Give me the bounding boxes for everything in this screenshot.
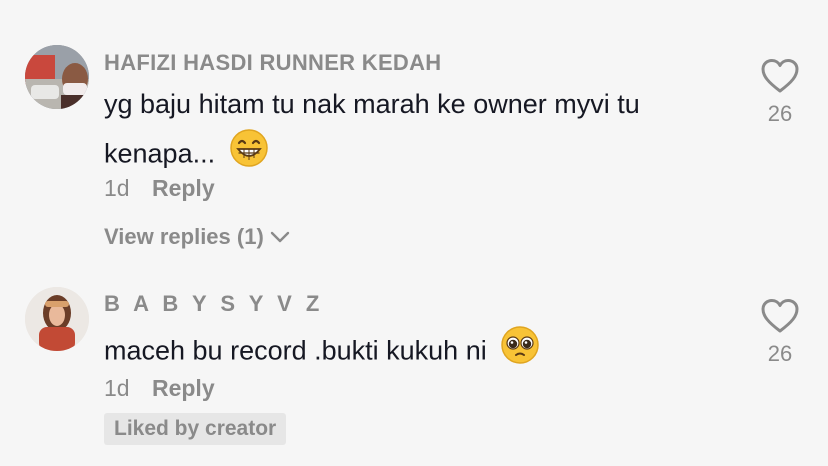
timestamp: 1d [104,375,130,401]
comment-meta: 1d Reply [104,175,215,202]
like-count: 26 [767,341,793,366]
comment-body: maceh bu record .bukti kukuh ni [104,335,487,366]
like-count: 26 [767,101,793,126]
view-replies-button[interactable]: View replies (1) [104,224,290,250]
comment-text: maceh bu record .bukti kukuh ni [104,325,724,380]
heart-outline-icon [760,299,800,338]
avatar[interactable] [25,287,89,351]
reply-button[interactable]: Reply [152,375,215,401]
heart-outline-icon [760,59,800,98]
comment-meta: 1d Reply [104,375,215,402]
comment-text: yg baju hitam tu nak marah ke owner myvi… [104,81,724,183]
username[interactable]: HAFIZI HASDI RUNNER KEDAH [104,50,442,76]
grinning-face-emoji-icon [229,128,269,183]
comment-body: yg baju hitam tu nak marah ke owner myvi… [104,89,640,169]
view-replies-label: View replies (1) [104,224,264,249]
reply-button[interactable]: Reply [152,175,215,201]
like-button[interactable]: 26 [755,58,805,127]
username[interactable]: B A B Y S Y V Z [104,291,323,317]
avatar[interactable] [25,45,89,109]
like-button[interactable]: 26 [755,298,805,367]
timestamp: 1d [104,175,130,201]
pleading-face-emoji-icon [500,325,540,380]
chevron-down-icon [270,224,290,250]
liked-by-creator-badge: Liked by creator [104,413,287,445]
